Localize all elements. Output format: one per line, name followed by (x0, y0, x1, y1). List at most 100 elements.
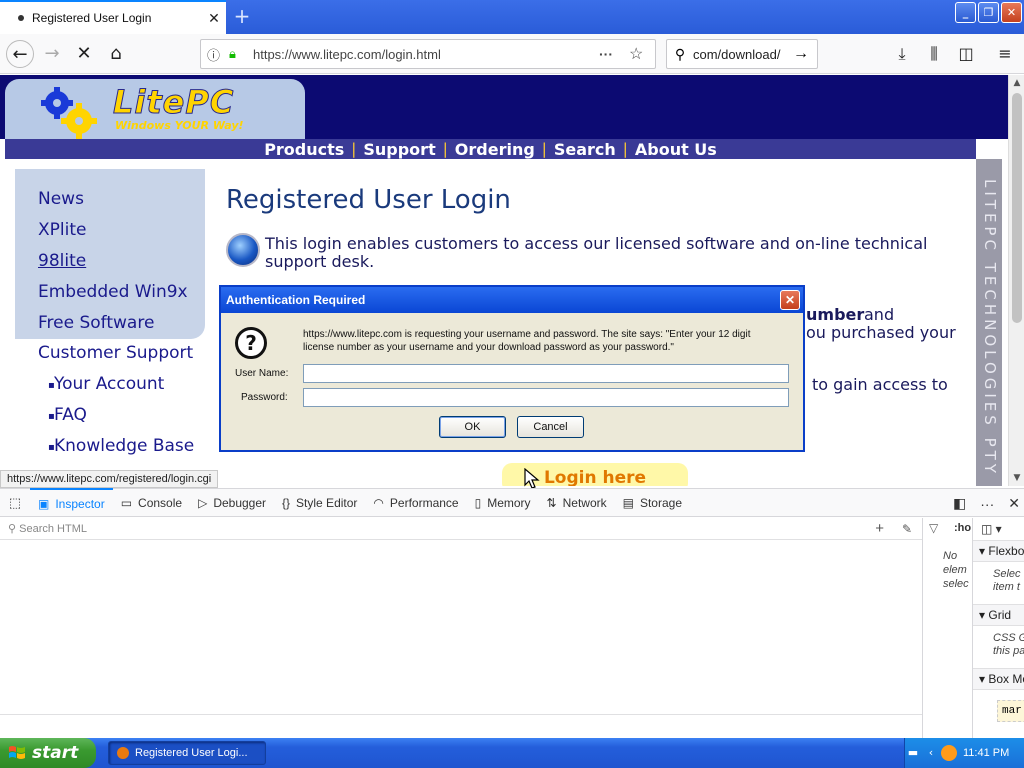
devtools-close-icon[interactable]: ✕ (1008, 495, 1020, 512)
dialog-title-bar: Authentication Required ✕ (221, 287, 803, 313)
new-tab-button[interactable]: + (230, 4, 254, 28)
html-search-input[interactable]: ⚲ Search HTML + ✎ (0, 518, 922, 540)
url-bar[interactable]: ⓘ 🔒︎ https://www.litepc.com/login.html ·… (200, 39, 656, 69)
page-scrollbar[interactable]: ▲ ▼ (1008, 75, 1024, 486)
network-icon: ⇅ (546, 495, 557, 510)
tab-label: Memory (487, 495, 531, 510)
sidebar-item-customer-support[interactable]: Customer Support (38, 343, 193, 363)
question-icon: ? (235, 327, 267, 359)
url-text[interactable]: https://www.litepc.com/login.html (253, 47, 599, 62)
bookmark-star-icon[interactable]: ☆ (629, 44, 655, 64)
body-text-fragment: umber (806, 305, 865, 324)
search-go-icon[interactable]: → (793, 45, 817, 63)
mouse-cursor-icon (524, 468, 540, 489)
firefox-tray-icon[interactable] (941, 745, 957, 761)
sidebar-item-faq[interactable]: FAQ (54, 405, 87, 425)
section-grid[interactable]: ▾ Grid (973, 604, 1024, 626)
system-tray: ▬ ‹ 11:41 PM (904, 738, 1024, 768)
search-icon: ⚲ (674, 45, 686, 62)
page-title: Registered User Login (226, 185, 511, 215)
tab-inspector[interactable]: ▣ Inspector (30, 488, 113, 517)
section-body: Selec item t (973, 562, 1024, 604)
search-text[interactable]: com/download/ (693, 47, 793, 62)
body-line: Selec (993, 568, 1021, 580)
eyedropper-icon[interactable]: ✎ (902, 518, 912, 540)
orb-icon (226, 233, 260, 267)
library-icon[interactable]: ⫼ (922, 43, 946, 65)
downloads-icon[interactable]: ⤓ (890, 43, 914, 65)
body-text-fragment: ou purchased your (806, 323, 956, 342)
section-flexbox[interactable]: ▾ Flexbo (973, 540, 1024, 562)
windows-flag-icon (9, 746, 25, 759)
dock-icon[interactable]: ◧ (953, 495, 966, 512)
inspector-icon: ▣ (38, 496, 50, 511)
scroll-thumb[interactable] (1012, 93, 1022, 323)
hover-state-toggle[interactable]: :ho (954, 522, 971, 534)
sidebar-item-free-software[interactable]: Free Software (38, 313, 154, 333)
sidebar-item-98lite[interactable]: 98lite (38, 251, 86, 271)
password-field[interactable] (303, 388, 789, 407)
layout-panel-icons[interactable]: ◫ ▾ (973, 518, 1024, 540)
tab-network[interactable]: ⇅ Network (539, 488, 615, 517)
section-box-model[interactable]: ▾ Box Mo (973, 668, 1024, 690)
html-tree-panel[interactable] (0, 541, 922, 714)
username-field[interactable] (303, 364, 789, 383)
tab-style-editor[interactable]: {} Style Editor (274, 488, 365, 517)
sidebar-item-news[interactable]: News (38, 189, 84, 209)
menu-products[interactable]: Products (257, 140, 351, 159)
tab-storage[interactable]: ▤ Storage (615, 488, 690, 517)
breadcrumb (0, 714, 922, 738)
home-button[interactable]: ⌂ (102, 40, 130, 68)
tab-registered-user-login[interactable]: Registered User Login ✕ (0, 0, 226, 34)
tab-memory[interactable]: ▯ Memory (467, 488, 539, 517)
keyboard-icon[interactable]: ▬ (905, 745, 921, 761)
debugger-icon: ▷ (198, 495, 208, 510)
logo-tagline: Windows YOUR Way! (115, 119, 244, 132)
sidebar-item-xplite[interactable]: XPlite (38, 220, 86, 240)
menu-search[interactable]: Search (547, 140, 623, 159)
body-text-fragment: to gain access to (812, 375, 948, 394)
sidebar-item-embedded-win9x[interactable]: Embedded Win9x (38, 282, 188, 302)
section-body: CSS Gthis pa (973, 626, 1024, 668)
filter-icon[interactable]: ▽ (929, 521, 938, 535)
taskbar-item-browser[interactable]: Registered User Logi... (108, 741, 266, 765)
performance-icon: ◠ (373, 495, 384, 510)
menu-ordering[interactable]: Ordering (448, 140, 542, 159)
tab-close-icon[interactable]: ✕ (202, 10, 226, 27)
scroll-up-icon[interactable]: ▲ (1009, 75, 1024, 91)
start-button[interactable]: start (0, 738, 96, 768)
back-button[interactable]: ← (6, 40, 34, 68)
firefox-icon (117, 747, 129, 759)
sidebar-icon[interactable]: ◫ (954, 43, 978, 65)
menu-support[interactable]: Support (356, 140, 442, 159)
add-node-icon[interactable]: + (875, 518, 884, 540)
scroll-down-icon[interactable]: ▼ (1009, 470, 1024, 486)
restore-button[interactable]: ❐ (978, 2, 999, 23)
stop-button[interactable]: ✕ (70, 40, 98, 68)
page-actions-icon[interactable]: ··· (599, 46, 629, 62)
minimize-button[interactable]: _ (955, 2, 976, 23)
tab-console[interactable]: ▭ Console (113, 488, 190, 517)
tab-performance[interactable]: ◠ Performance (365, 488, 466, 517)
cancel-button[interactable]: Cancel (517, 416, 584, 438)
logo-text: LitePC (112, 83, 235, 122)
menu-about-us[interactable]: About Us (628, 140, 724, 159)
ok-button[interactable]: OK (439, 416, 506, 438)
forward-button[interactable]: → (38, 40, 66, 68)
element-picker-icon[interactable]: ⬚ (0, 495, 30, 511)
sidebar-item-your-account[interactable]: Your Account (54, 374, 164, 394)
search-bar[interactable]: ⚲ com/download/ → (666, 39, 818, 69)
menu-icon[interactable]: ≡ (993, 43, 1017, 65)
window-close-button[interactable]: ✕ (1001, 2, 1022, 23)
more-options-icon[interactable]: ··· (980, 496, 994, 512)
info-icon[interactable]: ⓘ (207, 45, 229, 64)
site-logo[interactable]: LitePC Windows YOUR Way! (5, 79, 305, 139)
dialog-close-button[interactable]: ✕ (780, 290, 800, 310)
tray-expand-icon[interactable]: ‹ (923, 745, 939, 761)
tab-label: Console (138, 495, 183, 510)
sidebar-item-knowledge-base[interactable]: Knowledge Base (54, 436, 194, 456)
tab-title: Registered User Login (32, 11, 152, 25)
tab-debugger[interactable]: ▷ Debugger (190, 488, 274, 517)
taskbar-item-label: Registered User Logi... (135, 747, 248, 759)
body-line: CSS G (993, 632, 1024, 644)
